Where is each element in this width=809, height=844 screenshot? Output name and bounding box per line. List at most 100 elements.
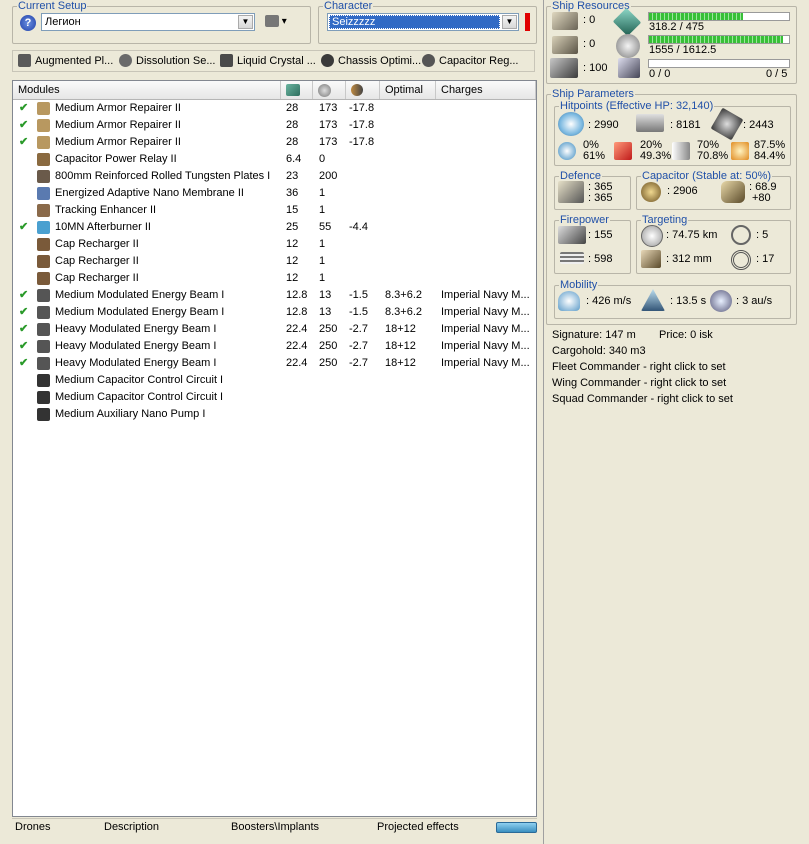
price-text: Price: 0 isk xyxy=(659,329,713,341)
sensor-strength-value: : 17 xyxy=(756,253,775,265)
tab-scroll-button[interactable] xyxy=(496,822,537,833)
module-row[interactable]: ✔ Heavy Modulated Energy Beam I 22.4 250 -2.… xyxy=(13,321,536,338)
module-optimal: 18+12 xyxy=(385,357,416,369)
module-type-icon xyxy=(37,408,50,421)
module-type-icon xyxy=(37,170,50,183)
module-powergrid: 1 xyxy=(319,204,326,216)
module-row[interactable]: ✔ Medium Armor Repairer II 28 173 -17.8 xyxy=(13,117,536,134)
module-cpu: 12 xyxy=(286,272,299,284)
module-row[interactable]: ✔ Medium Armor Repairer II 28 173 -17.8 xyxy=(13,100,536,117)
module-row[interactable]: ✔ Medium Modulated Energy Beam I 12.8 13 -1.… xyxy=(13,287,536,304)
module-name: Tracking Enhancer II xyxy=(55,204,157,216)
implant-item[interactable]: Liquid Crystal ... xyxy=(220,54,316,69)
structure-hp-value: : 2443 xyxy=(743,119,774,131)
cpu-value: 318.2 / 475 xyxy=(649,21,705,33)
kinetic-resist-icon xyxy=(672,142,690,160)
powergrid-bar xyxy=(648,35,790,44)
module-capacitor: -17.8 xyxy=(349,136,375,148)
module-active-check[interactable]: ✔ xyxy=(19,304,28,321)
module-row[interactable]: Cap Recharger II 12 1 xyxy=(13,253,536,270)
implant-item[interactable]: Capacitor Reg... xyxy=(422,54,518,69)
module-name: Medium Armor Repairer II xyxy=(55,119,181,131)
squad-commander-slot[interactable]: Squad Commander - right click to set xyxy=(552,393,733,405)
turret-slots-value: : 0 xyxy=(583,14,596,26)
ship-select[interactable]: Легион ▼ xyxy=(41,13,255,31)
module-cpu: 12 xyxy=(286,238,299,250)
module-row[interactable]: 800mm Reinforced Rolled Tungsten Plates … xyxy=(13,168,536,185)
cargohold-text: Cargohold: 340 m3 xyxy=(552,345,646,357)
chevron-down-icon[interactable]: ▼ xyxy=(502,15,517,29)
module-type-icon xyxy=(37,272,50,285)
module-name: Energized Adaptive Nano Membrane II xyxy=(55,187,244,199)
module-row[interactable]: Medium Capacitor Control Circuit I xyxy=(13,372,536,389)
module-optimal: 18+12 xyxy=(385,323,416,335)
implant-item[interactable]: Augmented Pl... xyxy=(18,54,113,69)
defence-value-b: : 365 xyxy=(588,192,613,204)
tab-projected-effects[interactable]: Projected effects xyxy=(377,821,459,833)
module-row[interactable]: Cap Recharger II 12 1 xyxy=(13,270,536,287)
dps-icon xyxy=(558,226,586,244)
module-type-icon xyxy=(37,119,50,132)
module-row[interactable]: Capacitor Power Relay II 6.4 0 xyxy=(13,151,536,168)
module-active-check[interactable]: ✔ xyxy=(19,100,28,117)
tab-drones[interactable]: Drones xyxy=(15,821,50,833)
explosive-resist-icon xyxy=(731,142,749,160)
module-active-check[interactable]: ✔ xyxy=(19,287,28,304)
module-type-icon xyxy=(37,102,50,115)
module-row[interactable]: Medium Capacitor Control Circuit I xyxy=(13,389,536,406)
implant-item[interactable]: Dissolution Se... xyxy=(119,54,215,69)
column-capacitor[interactable] xyxy=(346,81,380,99)
fitting-tools-button[interactable]: ▾ xyxy=(265,13,301,31)
powergrid-icon xyxy=(318,83,331,97)
module-type-icon xyxy=(37,374,50,387)
module-row[interactable]: Medium Auxiliary Nano Pump I xyxy=(13,406,536,423)
column-powergrid[interactable] xyxy=(313,81,346,99)
module-active-check[interactable]: ✔ xyxy=(19,117,28,134)
module-row[interactable]: ✔ Medium Armor Repairer II 28 173 -17.8 xyxy=(13,134,536,151)
modules-list[interactable]: Modules Optimal Charges ✔ Medium Armor Re… xyxy=(12,80,537,817)
module-name: Heavy Modulated Energy Beam I xyxy=(55,340,217,352)
tab-boosters-implants[interactable]: Boosters\Implants xyxy=(231,821,319,833)
module-powergrid: 1 xyxy=(319,187,326,199)
armor-hp-value: : 8181 xyxy=(670,119,701,131)
module-active-check[interactable]: ✔ xyxy=(19,219,28,236)
fleet-commander-slot[interactable]: Fleet Commander - right click to set xyxy=(552,361,726,373)
chevron-down-icon[interactable]: ▼ xyxy=(238,15,253,29)
help-icon[interactable]: ? xyxy=(20,15,36,31)
powergrid-bar-fill xyxy=(649,36,784,43)
module-type-icon xyxy=(37,391,50,404)
module-row[interactable]: Tracking Enhancer II 15 1 xyxy=(13,202,536,219)
column-cpu[interactable] xyxy=(281,81,313,99)
scan-resolution-value: : 312 mm xyxy=(666,253,712,265)
column-modules[interactable]: Modules xyxy=(13,81,281,99)
module-capacitor: -1.5 xyxy=(349,306,368,318)
module-active-check[interactable]: ✔ xyxy=(19,338,28,355)
hitpoints-legend: Hitpoints (Effective HP: 32,140) xyxy=(560,100,714,112)
module-active-check[interactable]: ✔ xyxy=(19,355,28,372)
cpu-bar-fill xyxy=(649,13,743,20)
module-type-icon xyxy=(37,255,50,268)
module-powergrid: 1 xyxy=(319,255,326,267)
module-capacitor: -17.8 xyxy=(349,102,375,114)
calibration-icon xyxy=(550,58,578,78)
warp-speed-icon xyxy=(710,290,732,312)
module-name: Medium Capacitor Control Circuit I xyxy=(55,391,224,403)
module-row[interactable]: ✔ Medium Modulated Energy Beam I 12.8 13 -1.… xyxy=(13,304,536,321)
module-cpu: 22.4 xyxy=(286,340,308,352)
column-optimal[interactable]: Optimal xyxy=(380,81,436,99)
module-row[interactable]: ✔ 10MN Afterburner II 25 55 -4.4 xyxy=(13,219,536,236)
wing-commander-slot[interactable]: Wing Commander - right click to set xyxy=(552,377,726,389)
character-select[interactable]: Seizzzzz ▼ xyxy=(327,13,519,31)
module-row[interactable]: Energized Adaptive Nano Membrane II 36 1 xyxy=(13,185,536,202)
column-charges[interactable]: Charges xyxy=(436,81,536,99)
module-row[interactable]: ✔ Heavy Modulated Energy Beam I 22.4 250 -2.… xyxy=(13,338,536,355)
module-row[interactable]: Cap Recharger II 12 1 xyxy=(13,236,536,253)
module-active-check[interactable]: ✔ xyxy=(19,321,28,338)
module-row[interactable]: ✔ Heavy Modulated Energy Beam I 22.4 250 -2.… xyxy=(13,355,536,372)
tab-description[interactable]: Description xyxy=(104,821,159,833)
thermal-resist-b: 49.3% xyxy=(640,150,672,162)
implant-item[interactable]: Chassis Optimi... xyxy=(321,54,421,69)
module-cpu: 15 xyxy=(286,204,299,216)
module-active-check[interactable]: ✔ xyxy=(19,134,28,151)
kinetic-resist-b: 70.8% xyxy=(697,150,729,162)
